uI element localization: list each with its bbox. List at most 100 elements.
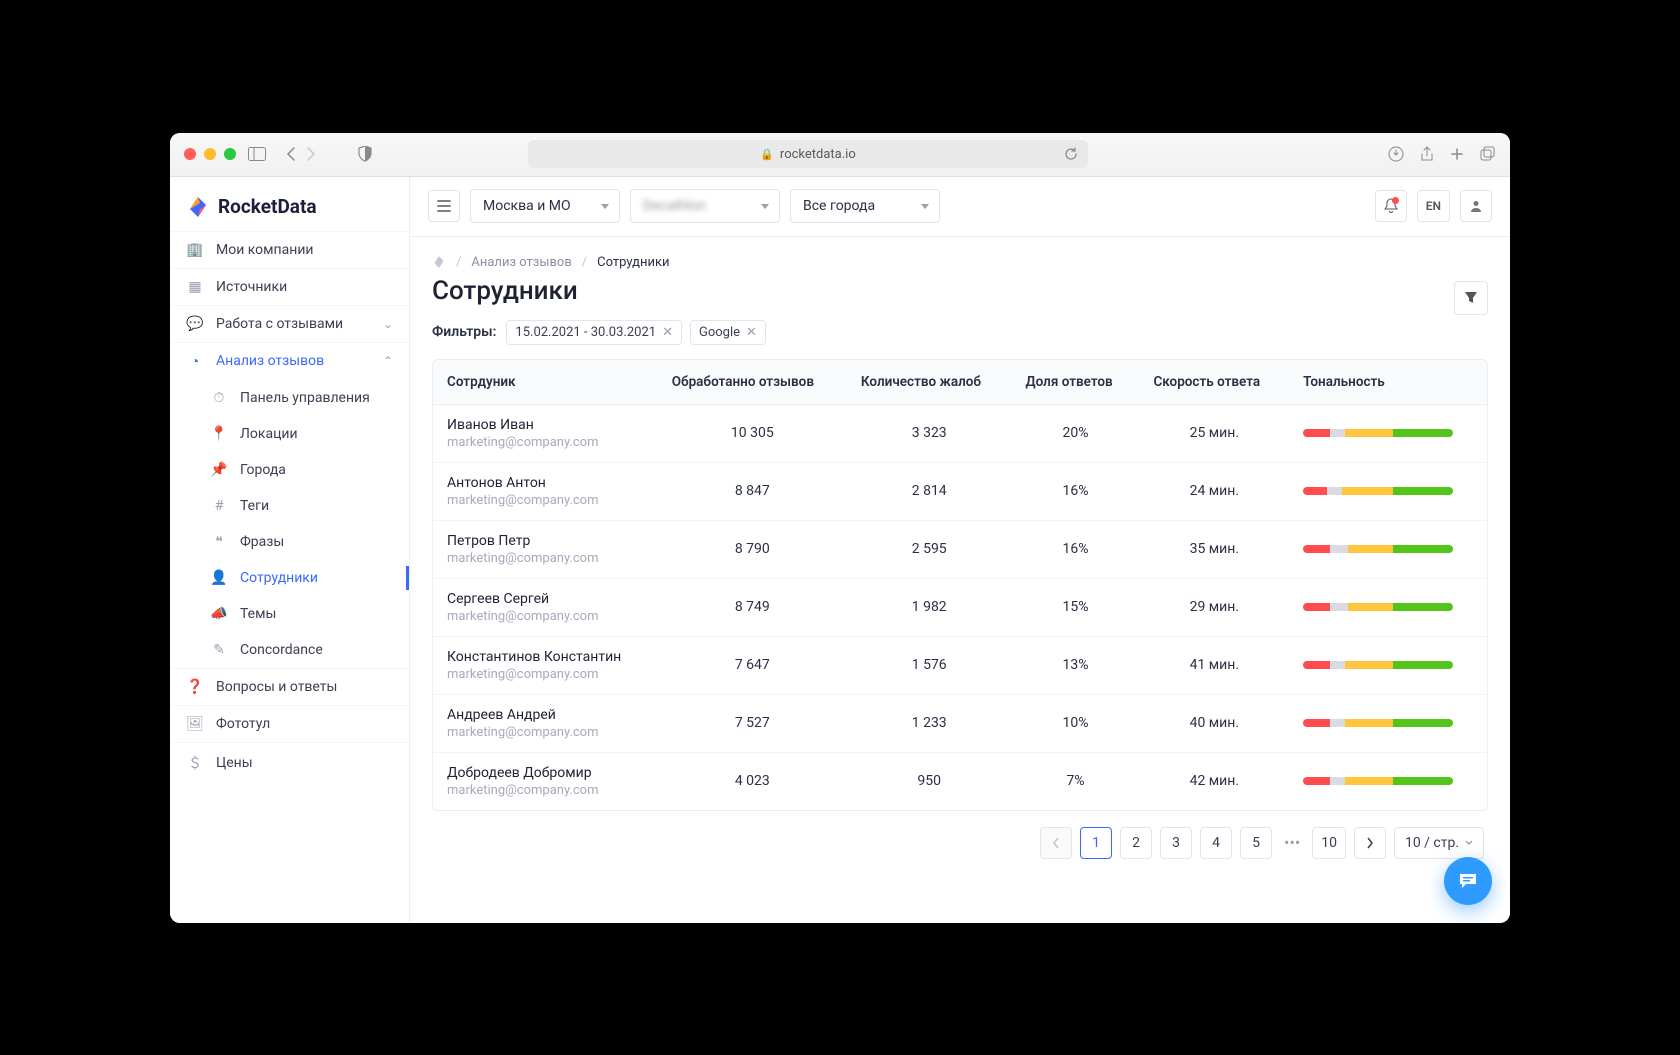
sidebar-item-label: Concordance xyxy=(240,642,323,658)
window-close[interactable] xyxy=(184,148,196,160)
reload-icon[interactable] xyxy=(1064,147,1078,161)
sidebar-item-qa[interactable]: ❓Вопросы и ответы xyxy=(170,668,409,705)
col-reply-speed[interactable]: Скорость ответа xyxy=(1139,360,1289,405)
employee-email: marketing@company.com xyxy=(447,783,644,798)
topbar: Москва и МО Decathlon Все города EN xyxy=(410,177,1510,237)
share-icon[interactable] xyxy=(1420,146,1434,162)
sidebar-item-locations[interactable]: 📍Локации xyxy=(170,416,409,452)
profile-button[interactable] xyxy=(1460,190,1492,222)
sidebar-item-concordance[interactable]: ✎Concordance xyxy=(170,632,409,668)
browser-chrome: 🔒 rocketdata.io xyxy=(170,133,1510,177)
sidebar-item-tags[interactable]: # Теги xyxy=(170,488,409,524)
sidebar-item-phototool[interactable]: 🖼Фототул xyxy=(170,705,409,742)
cell-share: 15% xyxy=(1012,578,1140,636)
cell-share: 13% xyxy=(1012,636,1140,694)
crumb-sep: / xyxy=(456,255,461,270)
sidebar: RocketData 🏢Мои компании▦Источники💬Работ… xyxy=(170,177,410,923)
sidebar-item-reviews[interactable]: 💬Работа с отзывами⌄ xyxy=(170,305,409,342)
brand-logo[interactable]: RocketData xyxy=(170,177,409,231)
brand-select[interactable]: Decathlon xyxy=(630,189,780,223)
col-complaints[interactable]: Количество жалоб xyxy=(847,360,1012,405)
sidebar-item-label: Цены xyxy=(216,755,253,771)
filter-button[interactable] xyxy=(1454,281,1488,315)
cell-share: 20% xyxy=(1012,404,1140,462)
col-processed[interactable]: Обработанно отзывов xyxy=(658,360,847,405)
sidebar-item-employees[interactable]: 👤Сотрудники xyxy=(170,560,409,596)
collapse-sidebar-button[interactable] xyxy=(428,190,460,222)
window-minimize[interactable] xyxy=(204,148,216,160)
table-row[interactable]: Добродеев Добромирmarketing@company.com4… xyxy=(433,752,1487,810)
employee-email: marketing@company.com xyxy=(447,551,644,566)
region-select[interactable]: Москва и МО xyxy=(470,189,620,223)
close-icon[interactable]: ✕ xyxy=(662,325,673,340)
sidebar-item-label: Фразы xyxy=(240,534,284,550)
page-last[interactable]: 10 xyxy=(1312,827,1346,859)
nav-forward-icon[interactable] xyxy=(306,147,316,161)
page-prev[interactable] xyxy=(1040,827,1072,859)
employee-name: Константинов Константин xyxy=(447,649,644,665)
employee-email: marketing@company.com xyxy=(447,435,644,450)
crumb-sep: / xyxy=(582,255,587,270)
crumb-section[interactable]: Анализ отзывов xyxy=(471,255,571,270)
sidebar-item-topics[interactable]: 📣Темы xyxy=(170,596,409,632)
table-row[interactable]: Андреев Андрейmarketing@company.com7 527… xyxy=(433,694,1487,752)
nav-back-icon[interactable] xyxy=(286,147,296,161)
cell-processed: 7 527 xyxy=(658,694,847,752)
funnel-icon xyxy=(1464,291,1478,305)
cell-complaints: 3 323 xyxy=(847,404,1012,462)
cell-complaints: 1 982 xyxy=(847,578,1012,636)
table-row[interactable]: Петров Петрmarketing@company.com8 7902 5… xyxy=(433,520,1487,578)
table-row[interactable]: Сергеев Сергейmarketing@company.com8 749… xyxy=(433,578,1487,636)
cell-share: 7% xyxy=(1012,752,1140,810)
hash-icon: # xyxy=(210,498,228,514)
notifications-button[interactable] xyxy=(1375,190,1407,222)
window-zoom[interactable] xyxy=(224,148,236,160)
sidebar-item-companies[interactable]: 🏢Мои компании xyxy=(170,231,409,268)
cell-speed: 25 мин. xyxy=(1139,404,1289,462)
page-3[interactable]: 3 xyxy=(1160,827,1192,859)
browser-window: 🔒 rocketdata.io RocketData xyxy=(170,133,1510,923)
employee-name: Иванов Иван xyxy=(447,417,644,433)
new-tab-icon[interactable] xyxy=(1450,146,1464,162)
sidebar-item-cities[interactable]: 📌Города xyxy=(170,452,409,488)
sidebar-item-sources[interactable]: ▦Источники xyxy=(170,268,409,305)
cell-speed: 24 мин. xyxy=(1139,462,1289,520)
close-icon[interactable]: ✕ xyxy=(746,325,757,340)
table-row[interactable]: Иванов Иванmarketing@company.com10 3053 … xyxy=(433,404,1487,462)
cell-speed: 42 мин. xyxy=(1139,752,1289,810)
shield-icon[interactable] xyxy=(358,146,372,162)
page-1[interactable]: 1 xyxy=(1080,827,1112,859)
language-button[interactable]: EN xyxy=(1417,190,1450,222)
cell-processed: 7 647 xyxy=(658,636,847,694)
sidebar-item-analysis[interactable]: ◔Анализ отзывов⌃ xyxy=(170,342,409,380)
filter-chip-label: 15.02.2021 - 30.03.2021 xyxy=(515,325,656,340)
filter-chip[interactable]: Google ✕ xyxy=(690,320,766,345)
col-sentiment[interactable]: Тональность xyxy=(1289,360,1487,405)
sidebar-item-phrases[interactable]: ❝Фразы xyxy=(170,524,409,560)
sidebar-item-dashboard[interactable]: ⏱Панель управления xyxy=(170,380,409,416)
col-employee[interactable]: Сотрдуник xyxy=(433,360,658,405)
address-bar[interactable]: 🔒 rocketdata.io xyxy=(528,140,1088,168)
filter-chip[interactable]: 15.02.2021 - 30.03.2021 ✕ xyxy=(506,320,682,345)
page-2[interactable]: 2 xyxy=(1120,827,1152,859)
tabs-icon[interactable] xyxy=(1480,146,1496,162)
downloads-icon[interactable] xyxy=(1388,146,1404,162)
per-page-select[interactable]: 10 / стр. xyxy=(1394,827,1484,859)
page-5[interactable]: 5 xyxy=(1240,827,1272,859)
sidebar-item-label: Панель управления xyxy=(240,390,370,406)
page-4[interactable]: 4 xyxy=(1200,827,1232,859)
filter-chip-label: Google xyxy=(699,325,740,340)
cell-processed: 8 749 xyxy=(658,578,847,636)
city-select[interactable]: Все города xyxy=(790,189,940,223)
sidebar-item-prices[interactable]: ＄ Цены xyxy=(170,742,409,783)
sidebar-item-label: Теги xyxy=(240,498,269,514)
page-next[interactable] xyxy=(1354,827,1386,859)
cell-sentiment xyxy=(1289,752,1487,810)
dollar-icon: ＄ xyxy=(186,753,204,773)
table-row[interactable]: Антонов Антонmarketing@company.com8 8472… xyxy=(433,462,1487,520)
employee-email: marketing@company.com xyxy=(447,609,644,624)
sidebar-toggle-icon[interactable] xyxy=(248,147,266,161)
table-row[interactable]: Константинов Константинmarketing@company… xyxy=(433,636,1487,694)
chat-fab[interactable] xyxy=(1444,857,1492,905)
col-reply-share[interactable]: Доля ответов xyxy=(1012,360,1140,405)
